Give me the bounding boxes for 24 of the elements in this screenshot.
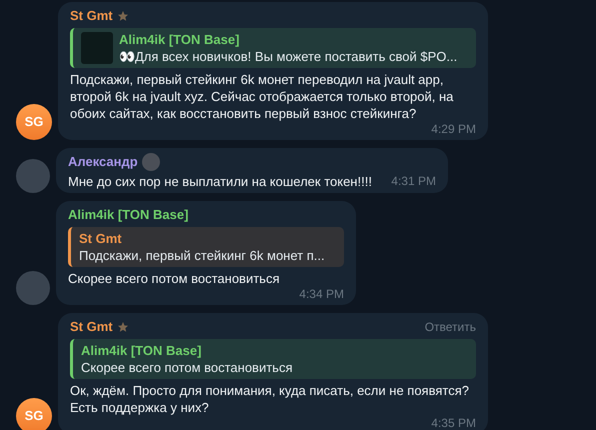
- reply-quote[interactable]: Alim4ik [TON Base] Скорее всего потом востановиться: [70, 339, 476, 379]
- message-time: 4:34 PM: [299, 287, 344, 302]
- quote-text: Подскажи, первый стейкинг 6k монет п...: [79, 247, 325, 264]
- message-text: Мне до сих пор не выплатили на кошелек токен!!!!: [68, 173, 372, 190]
- avatar-photo-placeholder[interactable]: [16, 159, 50, 193]
- message-text: Подскажи, первый стейкинг 6k монет переводил на jvault app, второй 6k на jvault xyz. Сейчас отображается только второй, на обоих сайтах, как восстановить первый взнос стейкинга?: [70, 71, 454, 122]
- message-text: Скорее всего потом востановиться: [68, 270, 280, 287]
- reply-quote[interactable]: St Gmt Подскажи, первый стейкинг 6k монет п...: [68, 227, 344, 267]
- sender-name[interactable]: St Gmt: [70, 7, 113, 25]
- message-time: 4:29 PM: [431, 122, 476, 137]
- sender-name[interactable]: Александр: [68, 153, 138, 171]
- sender-name[interactable]: St Gmt: [70, 318, 113, 336]
- quote-text: 👀Для всех новичков! Вы можете поставить свой $PO...: [119, 48, 458, 65]
- avatar-photo-placeholder[interactable]: [16, 271, 50, 305]
- message-text: Ок, ждём. Просто для понимания, куда писать, если не появятся? Есть поддержка у них?: [70, 382, 470, 416]
- quote-author: Alim4ik [TON Base]: [119, 31, 240, 48]
- reply-link[interactable]: Ответить: [424, 318, 476, 336]
- message-time: 4:35 PM: [431, 416, 476, 430]
- sender-name[interactable]: Alim4ik [TON Base]: [68, 206, 188, 224]
- quote-author: Alim4ik [TON Base]: [81, 342, 202, 359]
- reply-quote[interactable]: Alim4ik [TON Base] 👀Для всех новичков! Вы можете поставить свой $PO...: [70, 28, 476, 68]
- message-time: 4:31 PM: [391, 173, 436, 190]
- quote-author: St Gmt: [79, 230, 123, 247]
- quote-text: Скорее всего потом востановиться: [81, 359, 292, 376]
